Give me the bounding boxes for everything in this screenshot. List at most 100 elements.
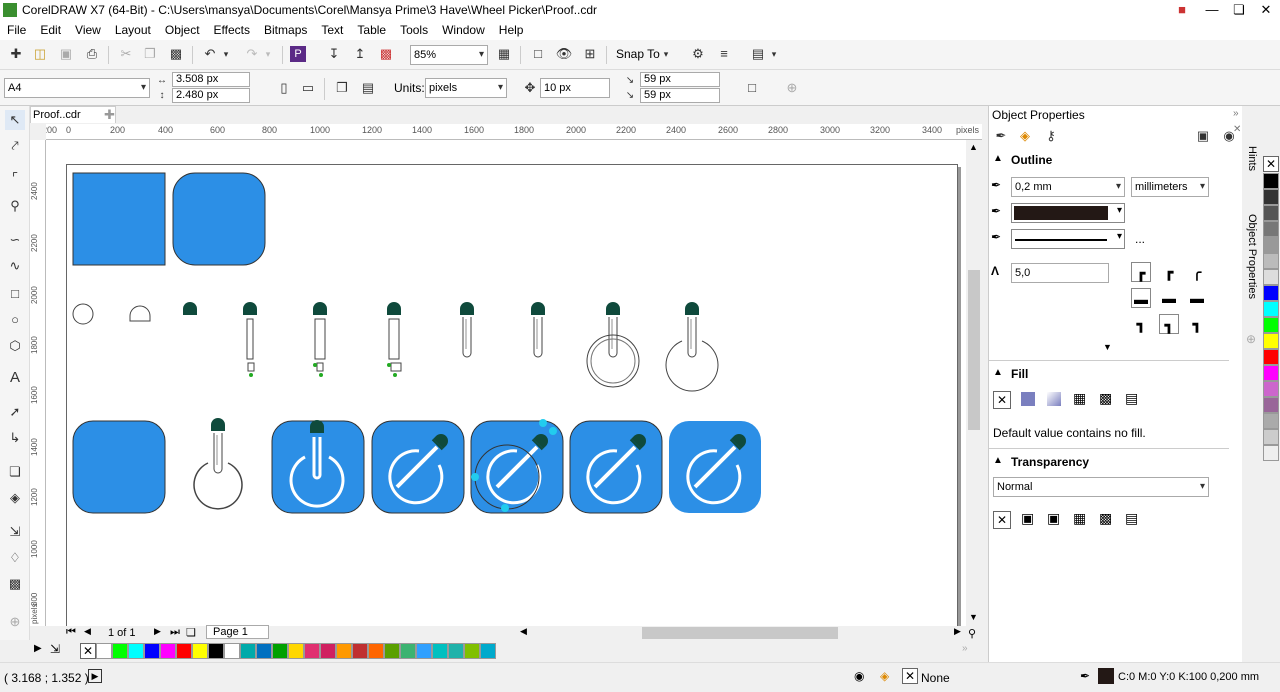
palette-swatch[interactable] [1263,413,1279,429]
menu-tools[interactable]: Tools [393,23,435,37]
last-page-icon[interactable]: ⏭ [170,626,180,639]
snap-to-button[interactable]: Snap To [616,47,660,61]
palette-swatch[interactable] [1263,173,1279,189]
palette-swatch[interactable] [1263,445,1279,461]
pipette-stage-5[interactable] [531,302,545,358]
menu-layout[interactable]: Layout [108,23,158,37]
palette-swatch[interactable] [1263,365,1279,381]
outline-width-select[interactable]: 0,2 mm [1011,177,1125,197]
add-tool-icon[interactable]: ⊕ [5,612,25,632]
units-select[interactable]: pixels [425,78,507,98]
palette-swatch[interactable] [416,643,432,659]
connector-tool-icon[interactable]: ↳ [5,428,25,448]
nudge-distance-field[interactable]: 10 px [540,78,610,98]
corner-option-icon[interactable]: ┏ [1159,262,1179,282]
snap-to-dropdown-icon[interactable]: ▾ [660,44,672,64]
corner-option-icon[interactable]: ┏ [1131,262,1151,282]
palette-menu-icon[interactable]: ▶ [34,643,42,654]
rectangle-tool-icon[interactable]: □ [5,284,25,304]
page-tab[interactable]: Page 1 [206,625,269,639]
search-content-icon[interactable]: P [290,46,306,62]
corner-option-icon[interactable]: ▬ [1131,288,1151,308]
cut-icon[interactable]: ✂ [116,44,136,64]
pipette-stage-4[interactable] [460,302,474,358]
next-page-icon[interactable]: ▶ [154,626,161,637]
no-color-swatch-right[interactable]: ✕ [1263,156,1279,172]
app-icon-tilted-selected[interactable] [470,419,564,514]
construction-circle[interactable] [72,303,94,325]
construction-cap-outline[interactable] [129,305,151,322]
palette-swatch[interactable] [96,643,112,659]
polygon-tool-icon[interactable]: ⬡ [5,336,25,356]
corner-option-icon[interactable]: ▬ [1159,288,1179,308]
app-icon-tilted-1[interactable] [371,420,465,514]
corner-option-icon[interactable]: ┓ [1131,314,1151,334]
transparency-collapse-icon[interactable]: ▲ [993,455,1003,466]
zoom-navigator-icon[interactable]: ⚲ [968,627,976,640]
prev-page-icon[interactable]: ◀ [84,626,91,637]
scroll-right-icon[interactable]: ▶ [954,626,961,637]
pattern-transparency-icon[interactable]: ▦ [1073,510,1086,527]
palette-swatch[interactable] [464,643,480,659]
no-fill-icon[interactable]: ✕ [993,391,1011,409]
smart-fill-icon[interactable]: ▩ [5,574,25,594]
show-grid-icon[interactable]: ⊞ [580,44,600,64]
shape-tool-icon[interactable]: ⤤ [5,136,25,156]
eyedropper-palette-icon[interactable]: ⇲ [50,642,60,656]
fill-tab-icon[interactable]: ◈ [1015,126,1035,146]
palette-swatch[interactable] [1263,397,1279,413]
palette-swatch[interactable] [1263,269,1279,285]
palette-scroll-icon[interactable]: » [962,643,968,654]
pick-tool-icon[interactable]: ↖ [5,110,25,130]
palette-swatch[interactable] [256,643,272,659]
add-toolbar-icon[interactable]: ⊕ [782,78,802,98]
corner-option-icon[interactable]: ▬ [1187,288,1207,308]
horizontal-ruler[interactable]: 200 0 200 400 600 800 1000 1200 1400 160… [46,124,982,140]
panel-collapse-icon[interactable]: » [1233,108,1239,119]
corner-option-icon[interactable]: ┓ [1159,314,1179,334]
no-color-swatch[interactable]: ✕ [80,643,96,659]
palette-swatch[interactable] [384,643,400,659]
menu-view[interactable]: View [68,23,108,37]
first-page-icon[interactable]: ⏮ [66,626,76,639]
transparency-mode-select[interactable]: Normal [993,477,1209,497]
duplicate-distance-x-field[interactable]: 59 px [640,72,720,87]
menu-window[interactable]: Window [435,23,492,37]
artistic-media-icon[interactable]: ∿ [5,256,25,276]
palette-swatch[interactable] [208,643,224,659]
palette-swatch[interactable] [1263,221,1279,237]
publish-pdf-icon[interactable]: ▩ [376,44,396,64]
launch-icon[interactable]: ▤ [748,44,768,64]
zoom-to-fit-icon[interactable]: ▦ [494,44,514,64]
undo-dropdown-icon[interactable]: ▾ [220,44,232,64]
menu-text[interactable]: Text [314,23,350,37]
menu-object[interactable]: Object [158,23,207,37]
blue-square[interactable] [72,172,166,266]
palette-swatch[interactable] [1263,333,1279,349]
palette-swatch[interactable] [1263,349,1279,365]
palette-swatch[interactable] [272,643,288,659]
pattern-fill-icon[interactable]: ▦ [1073,390,1086,407]
undo-icon[interactable]: ↶ [200,44,220,64]
bitmap-transparency-icon[interactable]: ▤ [1125,510,1138,527]
launch-dropdown-icon[interactable]: ▾ [768,44,780,64]
show-rulers-icon[interactable]: 👁 [554,44,574,64]
user-icon[interactable]: ■ [1168,0,1196,20]
hints-tab[interactable]: Hints [1246,146,1258,171]
eyedropper-tool-icon[interactable]: ⇲ [5,522,25,542]
play-icon[interactable]: ▶ [88,669,102,683]
full-screen-icon[interactable]: □ [528,44,548,64]
paste-icon[interactable]: ▩ [166,44,186,64]
landscape-icon[interactable]: ▭ [298,78,318,98]
freehand-tool-icon[interactable]: ∽ [5,230,25,250]
palette-swatch[interactable] [176,643,192,659]
color-proof-icon[interactable]: ◉ [854,669,864,683]
transparency-tab-icon[interactable]: ⚷ [1041,126,1061,146]
palette-swatch[interactable] [1263,237,1279,253]
palette-swatch[interactable] [1263,285,1279,301]
palette-swatch[interactable] [352,643,368,659]
redo-icon[interactable]: ↷ [242,44,262,64]
close-button[interactable]: ✕ [1252,0,1280,20]
palette-swatch[interactable] [400,643,416,659]
blue-icon-base[interactable] [72,420,166,514]
